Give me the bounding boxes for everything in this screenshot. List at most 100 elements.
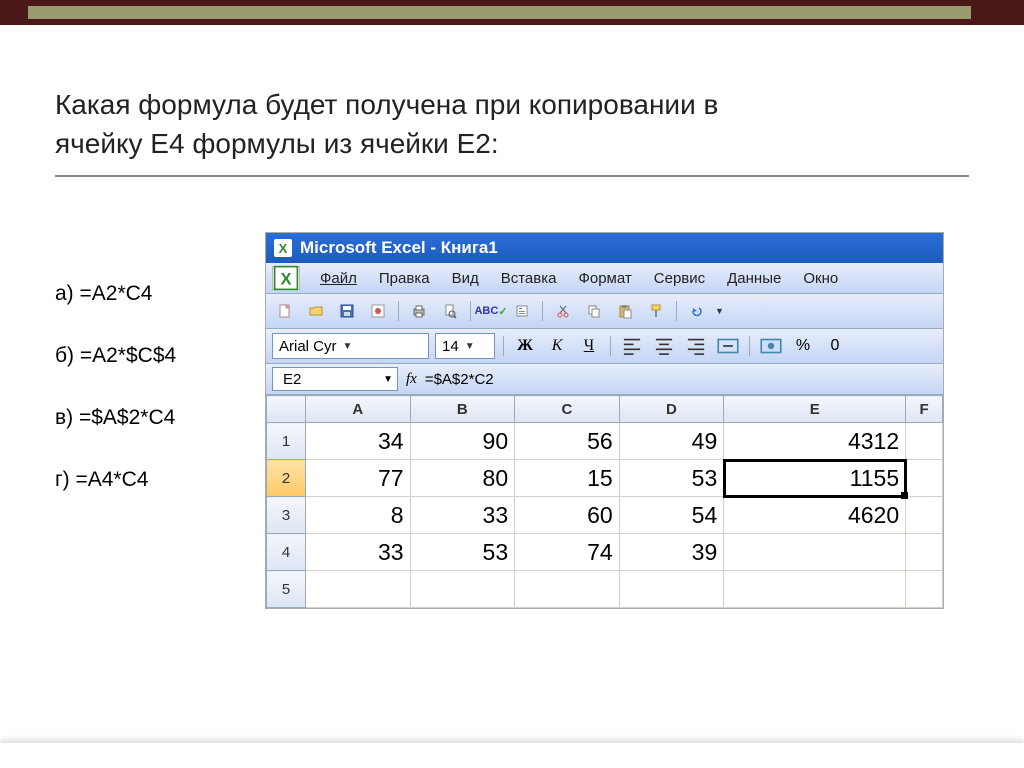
cell-A2[interactable]: 77 [306, 460, 411, 497]
underline-button[interactable]: Ч [576, 334, 602, 358]
col-header-A[interactable]: A [306, 396, 411, 423]
cell-F5[interactable] [906, 571, 943, 608]
comma-style-button[interactable]: 0 [822, 334, 848, 358]
align-right-icon[interactable] [683, 334, 709, 358]
cell-D2[interactable]: 53 [619, 460, 724, 497]
cell-C2[interactable]: 15 [515, 460, 620, 497]
cell-A4[interactable]: 33 [306, 534, 411, 571]
col-header-C[interactable]: C [515, 396, 620, 423]
cell-F4[interactable] [906, 534, 943, 571]
undo-dropdown-icon[interactable]: ▼ [715, 306, 724, 316]
cell-E3[interactable]: 4620 [724, 497, 906, 534]
cell-D3[interactable]: 54 [619, 497, 724, 534]
currency-icon[interactable] [758, 334, 784, 358]
undo-icon[interactable] [684, 298, 710, 324]
bold-button[interactable]: Ж [512, 334, 538, 358]
slide-footer [0, 743, 1024, 768]
cell-D1[interactable]: 49 [619, 423, 724, 460]
research-icon[interactable] [509, 298, 535, 324]
menu-insert[interactable]: Вставка [499, 268, 559, 289]
menu-bar: X Файл Правка Вид Вставка Формат Сервис … [266, 263, 943, 294]
cell-B3[interactable]: 33 [410, 497, 515, 534]
permission-icon[interactable] [365, 298, 391, 324]
col-header-B[interactable]: B [410, 396, 515, 423]
percent-button[interactable]: % [790, 334, 816, 358]
select-all-corner[interactable] [267, 396, 306, 423]
row-header-2[interactable]: 2 [267, 460, 306, 497]
row-header-1[interactable]: 1 [267, 423, 306, 460]
svg-text:X: X [281, 271, 292, 289]
menu-format[interactable]: Формат [576, 268, 633, 289]
question-line1: Какая формула будет получена при копиров… [55, 89, 718, 120]
save-icon[interactable] [334, 298, 360, 324]
cell-A1[interactable]: 34 [306, 423, 411, 460]
menu-data[interactable]: Данные [725, 268, 783, 289]
standard-toolbar: ABC✓ ▼ [266, 294, 943, 329]
col-header-D[interactable]: D [619, 396, 724, 423]
merge-center-icon[interactable] [715, 334, 741, 358]
cell-D4[interactable]: 39 [619, 534, 724, 571]
cell-B1[interactable]: 90 [410, 423, 515, 460]
cell-E4[interactable] [724, 534, 906, 571]
align-left-icon[interactable] [619, 334, 645, 358]
copy-icon[interactable] [581, 298, 607, 324]
cell-D5[interactable] [619, 571, 724, 608]
answer-list: а) =A2*C4 б) =A2*$C$4 в) =$A$2*C4 г) =A4… [55, 232, 225, 492]
font-size-combo[interactable]: 14 ▼ [435, 333, 495, 359]
cell-B5[interactable] [410, 571, 515, 608]
cell-E2[interactable]: 1155 [724, 460, 906, 497]
row-header-3[interactable]: 3 [267, 497, 306, 534]
toolbar-separator [610, 336, 611, 356]
align-center-icon[interactable] [651, 334, 677, 358]
spreadsheet-grid[interactable]: A B C D E F 1 34 90 56 49 4312 [266, 395, 943, 608]
font-name-combo[interactable]: Arial Cyr ▼ [272, 333, 429, 359]
toolbar-separator [676, 301, 677, 321]
toolbar-separator [503, 336, 504, 356]
slide-top-stripe [28, 6, 996, 19]
cell-C5[interactable] [515, 571, 620, 608]
col-header-E[interactable]: E [724, 396, 906, 423]
italic-button[interactable]: К [544, 334, 570, 358]
cell-A5[interactable] [306, 571, 411, 608]
cell-A3[interactable]: 8 [306, 497, 411, 534]
excel-doc-icon[interactable]: X [272, 266, 300, 290]
answer-a: а) =A2*C4 [55, 282, 225, 306]
paste-icon[interactable] [612, 298, 638, 324]
cell-B2[interactable]: 80 [410, 460, 515, 497]
col-header-F[interactable]: F [906, 396, 943, 423]
cell-E5[interactable] [724, 571, 906, 608]
menu-file[interactable]: Файл [318, 268, 359, 289]
cell-C4[interactable]: 74 [515, 534, 620, 571]
question-line2: ячейку E4 формулы из ячейки E2: [55, 128, 499, 159]
answer-b: б) =A2*$C$4 [55, 344, 225, 368]
cell-F3[interactable] [906, 497, 943, 534]
chevron-down-icon: ▼ [465, 341, 475, 352]
cut-icon[interactable] [550, 298, 576, 324]
fx-icon[interactable]: fx [406, 371, 417, 388]
new-icon[interactable] [272, 298, 298, 324]
cell-C3[interactable]: 60 [515, 497, 620, 534]
menu-tools[interactable]: Сервис [652, 268, 707, 289]
toolbar-separator [542, 301, 543, 321]
formatting-toolbar: Arial Cyr ▼ 14 ▼ Ж К Ч % 0 [266, 329, 943, 364]
slide-top-bar [0, 0, 1024, 25]
row-header-4[interactable]: 4 [267, 534, 306, 571]
preview-icon[interactable] [437, 298, 463, 324]
formula-text[interactable]: =$A$2*C2 [425, 371, 494, 388]
cell-F1[interactable] [906, 423, 943, 460]
open-icon[interactable] [303, 298, 329, 324]
question-text: Какая формула будет получена при копиров… [55, 85, 969, 163]
cell-C1[interactable]: 56 [515, 423, 620, 460]
name-box[interactable]: E2 ▼ [272, 367, 398, 391]
format-painter-icon[interactable] [643, 298, 669, 324]
spellcheck-icon[interactable]: ABC✓ [478, 298, 504, 324]
menu-edit[interactable]: Правка [377, 268, 432, 289]
menu-window[interactable]: Окно [801, 268, 840, 289]
cell-B4[interactable]: 53 [410, 534, 515, 571]
print-icon[interactable] [406, 298, 432, 324]
cell-F2[interactable] [906, 460, 943, 497]
cell-E1[interactable]: 4312 [724, 423, 906, 460]
row-header-5[interactable]: 5 [267, 571, 306, 608]
name-box-value: E2 [283, 371, 301, 388]
menu-view[interactable]: Вид [450, 268, 481, 289]
